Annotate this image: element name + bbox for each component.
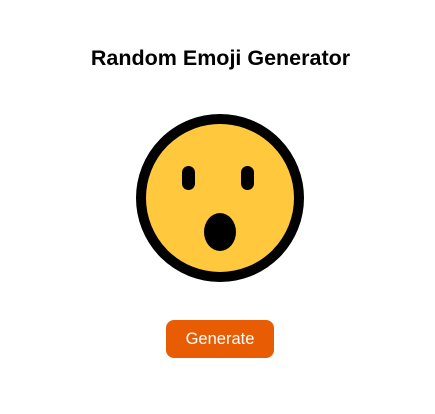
emoji-display [134,112,306,284]
emoji-mouth [204,213,236,251]
emoji-generator-page: Random Emoji Generator Generate [0,0,435,414]
emoji-right-eye [241,166,254,190]
emoji-face [136,114,304,282]
astonished-face-icon [136,114,304,282]
emoji-left-eye [182,166,195,190]
page-title: Random Emoji Generator [90,46,351,70]
generate-button[interactable]: Generate [166,320,274,358]
